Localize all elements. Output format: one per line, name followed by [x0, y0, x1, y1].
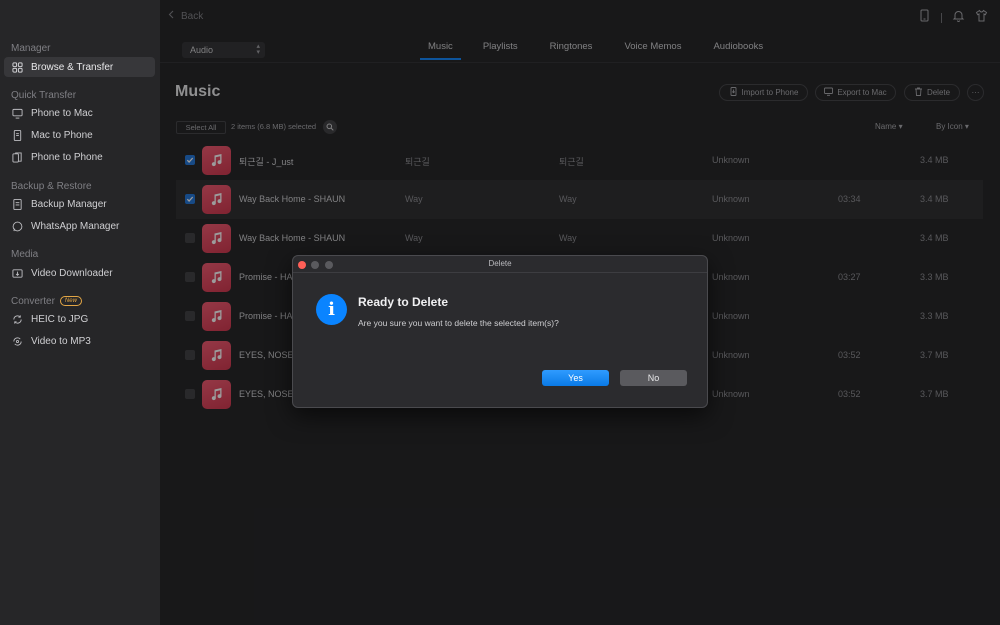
- dialog-titlebar: Delete: [293, 256, 707, 273]
- dialog-window-title: Delete: [488, 259, 512, 268]
- phones-icon: [11, 151, 23, 163]
- info-icon: i: [316, 294, 347, 325]
- no-button[interactable]: No: [620, 370, 687, 386]
- dialog-message: Are you sure you want to delete the sele…: [358, 318, 559, 328]
- delete-dialog: Delete i Ready to Delete Are you sure yo…: [292, 255, 708, 408]
- yes-button[interactable]: Yes: [542, 370, 609, 386]
- sidebar-item-video-downloader[interactable]: Video Downloader: [4, 263, 155, 283]
- monitor-icon: [11, 107, 23, 119]
- backup-icon: [11, 198, 23, 210]
- sidebar-item-video-to-mp3[interactable]: Video to MP3: [4, 331, 155, 351]
- sidebar-item-phone-to-mac[interactable]: Phone to Mac: [4, 103, 155, 123]
- sidebar-item-label: WhatsApp Manager: [31, 220, 120, 232]
- section-backup-restore: Backup & Restore: [11, 181, 92, 192]
- sidebar-item-label: Video to MP3: [31, 335, 91, 347]
- dialog-title: Ready to Delete: [358, 295, 449, 309]
- section-converter-label: Converter: [11, 296, 55, 307]
- section-quick-transfer: Quick Transfer: [11, 90, 77, 101]
- sidebar-item-heic-to-jpg[interactable]: HEIC to JPG: [4, 309, 155, 329]
- sidebar-item-mac-to-phone[interactable]: Mac to Phone: [4, 125, 155, 145]
- sidebar-item-label: HEIC to JPG: [31, 313, 89, 325]
- section-manager: Manager: [11, 43, 51, 54]
- phone-icon: [11, 129, 23, 141]
- sidebar-item-label: Video Downloader: [31, 267, 113, 279]
- sidebar: Manager Browse & Transfer Quick Transfer…: [0, 0, 160, 625]
- sidebar-item-phone-to-phone[interactable]: Phone to Phone: [4, 147, 155, 167]
- convert-icon: [11, 313, 23, 325]
- sidebar-item-label: Browse & Transfer: [31, 61, 114, 73]
- sidebar-item-backup-manager[interactable]: Backup Manager: [4, 194, 155, 214]
- section-media: Media: [11, 249, 39, 260]
- new-badge: New: [59, 296, 82, 307]
- sidebar-item-whatsapp-manager[interactable]: WhatsApp Manager: [4, 216, 155, 236]
- sidebar-item-label: Phone to Mac: [31, 107, 93, 119]
- grid-icon: [11, 61, 23, 73]
- sidebar-item-label: Phone to Phone: [31, 151, 103, 163]
- whatsapp-icon: [11, 220, 23, 232]
- sidebar-item-browse-transfer[interactable]: Browse & Transfer: [4, 57, 155, 77]
- sidebar-item-label: Backup Manager: [31, 198, 107, 210]
- music-convert-icon: [11, 335, 23, 347]
- sidebar-item-label: Mac to Phone: [31, 129, 93, 141]
- section-converter: Converter New: [11, 296, 82, 307]
- download-icon: [11, 267, 23, 279]
